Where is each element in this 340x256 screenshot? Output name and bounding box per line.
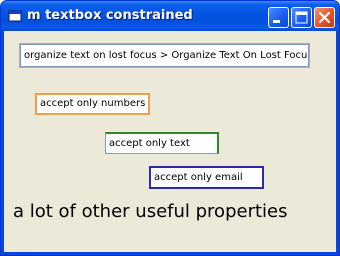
- text-only-textbox[interactable]: accept only text: [105, 132, 219, 154]
- window-app-icon[interactable]: [8, 9, 22, 23]
- maximize-button[interactable]: [291, 7, 312, 28]
- close-button[interactable]: [314, 7, 335, 28]
- email-only-textbox[interactable]: accept only email: [149, 166, 264, 189]
- numbers-only-value: accept only numbers: [40, 98, 146, 109]
- close-icon: [318, 11, 331, 24]
- form-client-area: organize text on lost focus > Organize T…: [4, 31, 336, 252]
- organize-text-textbox[interactable]: organize text on lost focus > Organize T…: [19, 43, 310, 68]
- minimize-icon: [273, 20, 280, 23]
- email-only-value: accept only email: [154, 172, 243, 183]
- window-title: m textbox constrained: [27, 8, 193, 23]
- organize-text-value: organize text on lost focus > Organize T…: [24, 50, 309, 61]
- maximize-icon: [295, 11, 308, 24]
- title-bar[interactable]: m textbox constrained: [1, 1, 339, 31]
- text-only-value: accept only text: [109, 138, 190, 149]
- numbers-only-textbox[interactable]: accept only numbers: [35, 93, 150, 115]
- properties-label: a lot of other useful properties: [13, 201, 288, 222]
- minimize-button[interactable]: [268, 7, 289, 28]
- app-window: m textbox constrained organize text on l…: [0, 0, 340, 256]
